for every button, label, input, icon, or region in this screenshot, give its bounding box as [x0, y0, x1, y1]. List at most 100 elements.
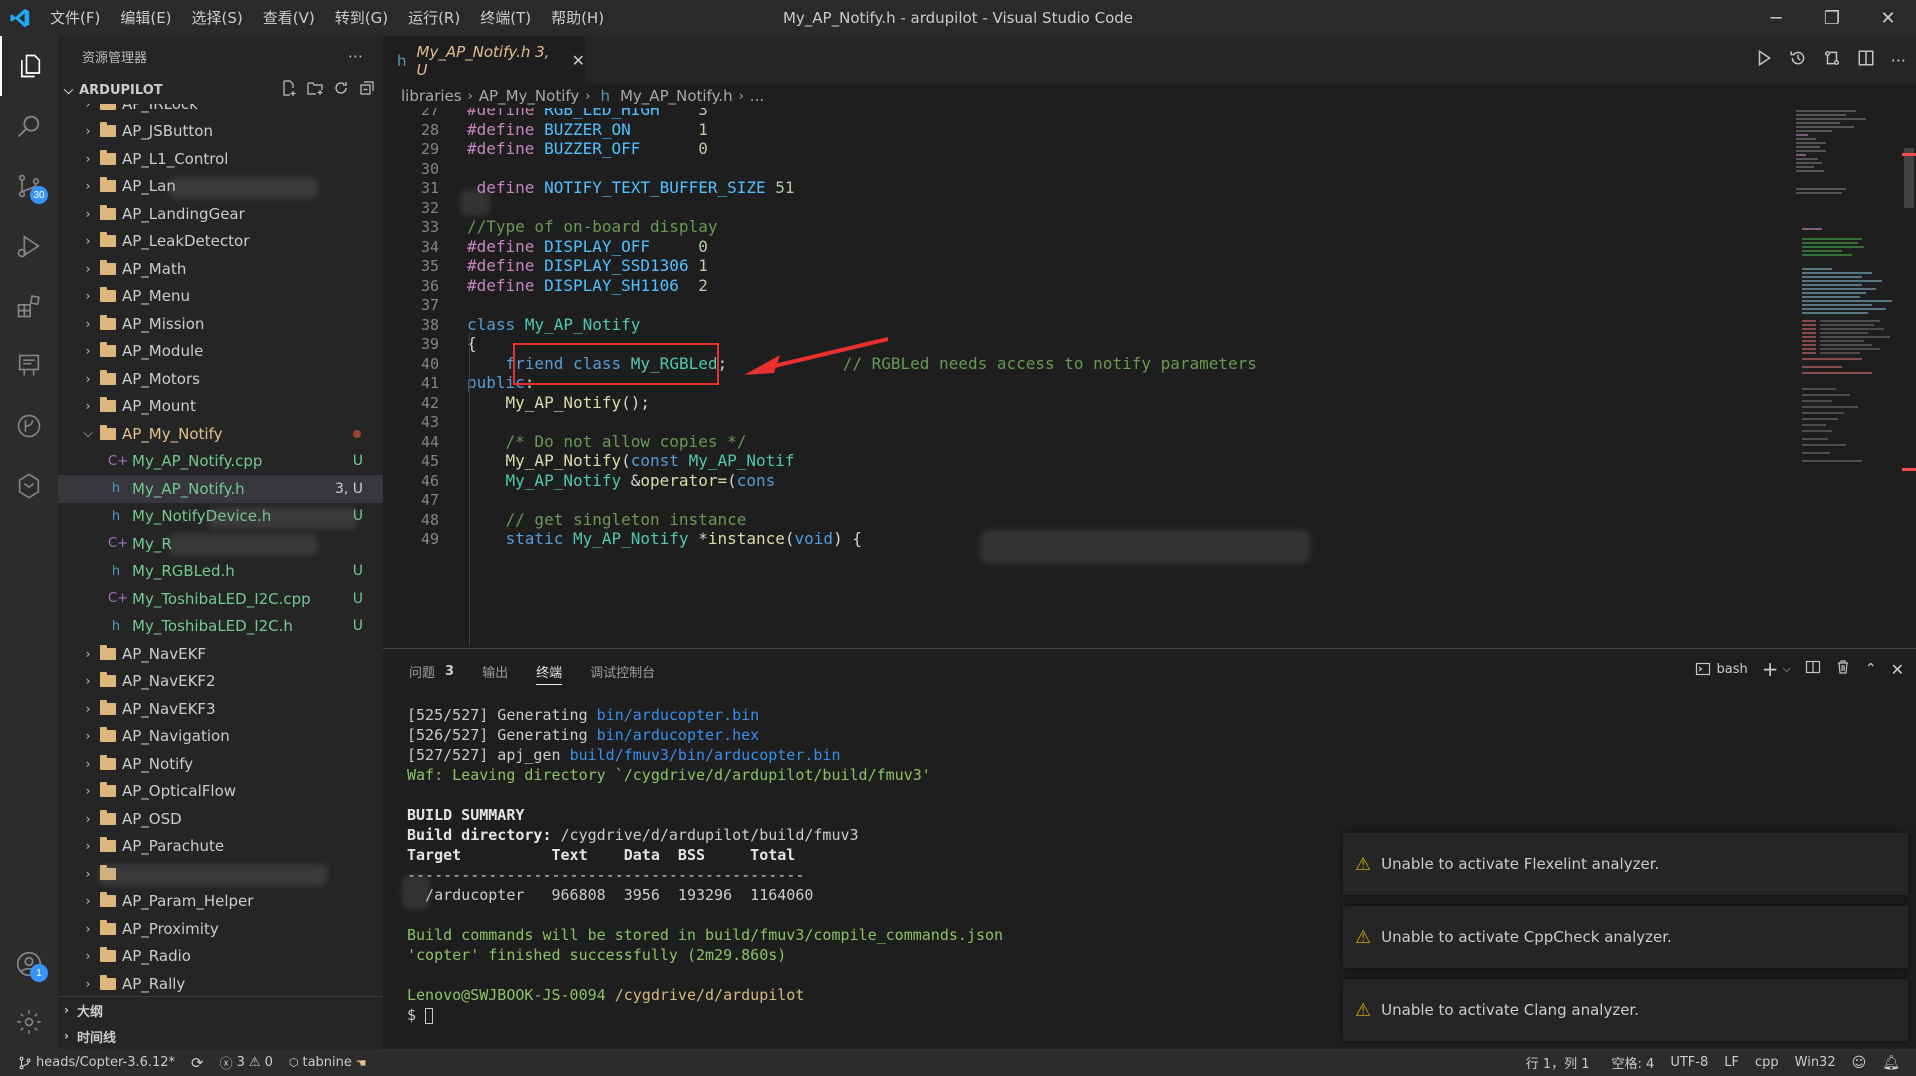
new-file-icon[interactable]	[281, 80, 297, 100]
split-terminal-icon[interactable]	[1805, 659, 1821, 679]
breadcrumb-item[interactable]: AP_My_Notify	[479, 87, 579, 105]
cursor-position[interactable]: 行 1，列 1	[1518, 1053, 1604, 1072]
tab-output[interactable]: 输出	[482, 649, 508, 693]
outline-section[interactable]: › 大纲	[58, 997, 383, 1023]
open-changes-icon[interactable]	[1823, 49, 1841, 71]
tree-folder[interactable]: › AP_NavEKF	[58, 640, 383, 668]
problems-indicator[interactable]: ⓧ 3 ⚠ 0	[212, 1053, 281, 1072]
timeline-section[interactable]: › 时间线	[58, 1023, 383, 1049]
platformio-icon[interactable]	[0, 456, 58, 516]
kill-terminal-trash-icon[interactable]	[1835, 659, 1851, 679]
indentation[interactable]: 空格: 4	[1604, 1053, 1663, 1072]
breadcrumb-item[interactable]: My_AP_Notify.h	[620, 87, 733, 105]
new-folder-icon[interactable]	[307, 80, 323, 100]
tree-file[interactable]: h My_NotifyDevice.h U	[58, 503, 383, 531]
menu-run[interactable]: 运行(R)	[398, 0, 470, 36]
tree-folder[interactable]: › AP_Menu	[58, 283, 383, 311]
tree-folder[interactable]: ›	[58, 860, 383, 888]
tree-folder[interactable]: › AP_NavEKF2	[58, 668, 383, 696]
chevron-down-icon[interactable]: ⌵	[1783, 662, 1791, 676]
menu-terminal[interactable]: 终端(T)	[470, 0, 541, 36]
refresh-icon[interactable]	[333, 80, 349, 100]
close-tab-icon[interactable]: ✕	[572, 51, 585, 70]
terminal-selector[interactable]: bash	[1695, 661, 1748, 677]
tree-folder[interactable]: › AP_Rally	[58, 970, 383, 996]
search-icon[interactable]	[0, 96, 58, 156]
tree-folder[interactable]: › AP_LandingGear	[58, 200, 383, 228]
more-actions-icon[interactable]: ···	[348, 47, 363, 66]
tree-folder[interactable]: › AP_Mount	[58, 393, 383, 421]
tree-folder[interactable]: › AP_Proximity	[58, 915, 383, 943]
timeline-history-icon[interactable]	[1789, 49, 1807, 71]
more-editor-actions-icon[interactable]: ···	[1891, 51, 1906, 70]
notifications-bell-icon[interactable]: 🔔︎	[1874, 1055, 1908, 1071]
tree-folder[interactable]: › AP_OpticalFlow	[58, 778, 383, 806]
tab-terminal[interactable]: 终端	[536, 649, 563, 693]
remote-explorer-icon[interactable]	[0, 336, 58, 396]
language-mode[interactable]: cpp	[1747, 1055, 1787, 1070]
minimize-icon[interactable]: ─	[1748, 0, 1804, 36]
restore-icon[interactable]: ❐	[1804, 0, 1860, 36]
menu-edit[interactable]: 编辑(E)	[110, 0, 181, 36]
workspace-section-header[interactable]: ⌵ ARDUPILOT	[58, 76, 383, 104]
account-icon[interactable]: 1	[0, 934, 58, 994]
git-graph-icon[interactable]	[0, 396, 58, 456]
run-debug-icon[interactable]	[0, 216, 58, 276]
close-window-icon[interactable]: ✕	[1860, 0, 1916, 36]
tree-folder[interactable]: › AP_L1_Control	[58, 145, 383, 173]
feedback-icon[interactable]: ☺	[1844, 1055, 1875, 1071]
menu-selection[interactable]: 选择(S)	[182, 0, 253, 36]
tree-folder[interactable]: › AP_Motors	[58, 365, 383, 393]
tree-folder[interactable]: › AP_Lan	[58, 173, 383, 201]
menu-help[interactable]: 帮助(H)	[541, 0, 614, 36]
tree-folder[interactable]: › AP_Notify	[58, 750, 383, 778]
tab-my-ap-notify-h[interactable]: h My_AP_Notify.h 3, U ✕	[383, 36, 585, 84]
tab-debug-console[interactable]: 调试控制台	[590, 649, 655, 693]
editor-scrollbar[interactable]	[1902, 108, 1916, 646]
platform-config[interactable]: Win32	[1787, 1055, 1844, 1070]
maximize-panel-icon[interactable]: ⌃	[1865, 661, 1877, 677]
menu-file[interactable]: 文件(F)	[40, 0, 110, 36]
tree-folder[interactable]: ⌵ AP_My_Notify	[58, 420, 383, 448]
tree-file[interactable]: C+ My_R	[58, 530, 383, 558]
source-control-icon[interactable]: 30	[0, 156, 58, 216]
run-file-icon[interactable]	[1755, 49, 1773, 71]
collapse-all-icon[interactable]	[359, 80, 375, 100]
breadcrumb-item[interactable]: ...	[750, 87, 764, 105]
tree-folder[interactable]: › AP_Math	[58, 255, 383, 283]
scrollbar-thumb[interactable]	[1904, 148, 1914, 208]
settings-gear-icon[interactable]	[0, 992, 58, 1052]
notification-toast[interactable]: ⚠ Unable to activate Flexelint analyzer.	[1343, 833, 1908, 895]
sync-icon[interactable]: ⟳	[183, 1054, 212, 1072]
notification-toast[interactable]: ⚠ Unable to activate CppCheck analyzer.	[1343, 906, 1908, 968]
tree-file[interactable]: h My_AP_Notify.h 3, U	[58, 475, 383, 503]
extensions-icon[interactable]	[0, 276, 58, 336]
tree-folder[interactable]: › AP_Parachute	[58, 833, 383, 861]
breadcrumb-item[interactable]: libraries	[401, 87, 462, 105]
tree-folder[interactable]: › AP_LeakDetector	[58, 228, 383, 256]
file-encoding[interactable]: UTF-8	[1662, 1055, 1716, 1070]
tree-folder[interactable]: › AP_Module	[58, 338, 383, 366]
tree-file[interactable]: C+ My_AP_Notify.cpp U	[58, 448, 383, 476]
tree-folder[interactable]: › AP_OSD	[58, 805, 383, 833]
tree-file[interactable]: h My_RGBLed.h U	[58, 558, 383, 586]
tree-folder[interactable]: › AP_Navigation	[58, 723, 383, 751]
tree-file[interactable]: C+ My_ToshibaLED_I2C.cpp U	[58, 585, 383, 613]
tree-folder[interactable]: › AP_Radio	[58, 943, 383, 971]
menu-view[interactable]: 查看(V)	[253, 0, 325, 36]
new-terminal-icon[interactable]: +	[1762, 657, 1779, 681]
tab-problems[interactable]: 问题 3	[409, 649, 454, 693]
tree-folder[interactable]: › AP_Mission	[58, 310, 383, 338]
terminal-output[interactable]: [525/527] Generating bin/arducopter.bin […	[407, 705, 1003, 1025]
tabnine-indicator[interactable]: ⬡ tabnine ☚	[281, 1055, 375, 1070]
tree-folder[interactable]: › AP_IRLock	[58, 104, 383, 118]
tree-folder[interactable]: › AP_NavEKF3	[58, 695, 383, 723]
tree-folder[interactable]: › AP_JSButton	[58, 118, 383, 146]
notification-toast[interactable]: ⚠ Unable to activate Clang analyzer.	[1343, 979, 1908, 1041]
end-of-line[interactable]: LF	[1716, 1055, 1747, 1070]
branch-indicator[interactable]: heads/Copter-3.6.12*	[0, 1055, 183, 1070]
explorer-icon[interactable]	[0, 36, 58, 96]
minimap[interactable]	[1794, 108, 1904, 478]
close-panel-icon[interactable]: ✕	[1891, 660, 1904, 679]
split-editor-icon[interactable]	[1857, 49, 1875, 71]
